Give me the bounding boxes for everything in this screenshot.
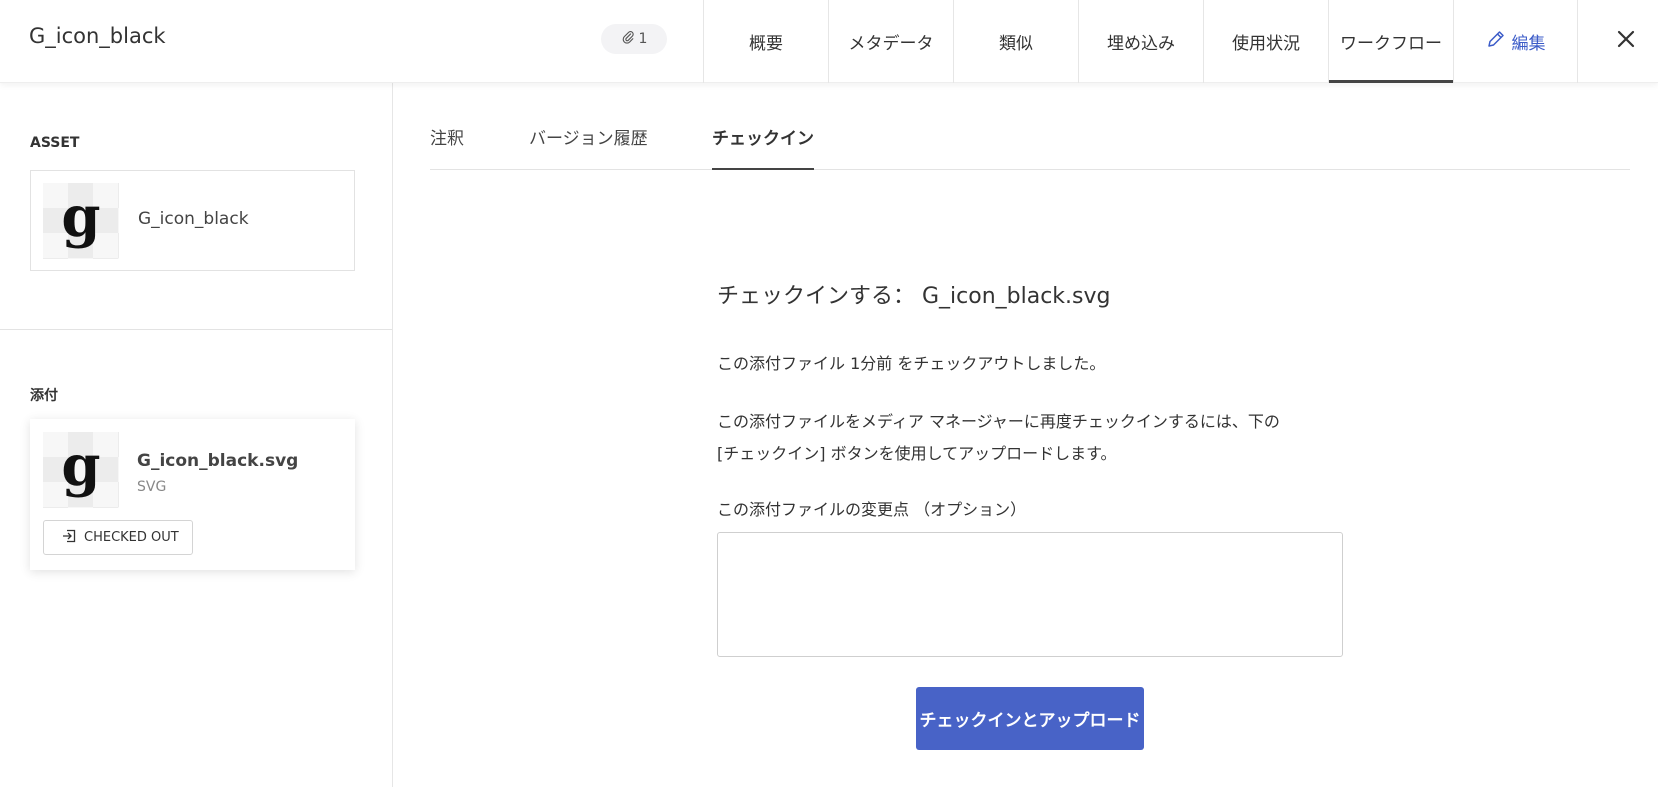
- changes-textarea[interactable]: [717, 532, 1343, 657]
- g-logo-icon: g: [61, 184, 101, 250]
- attachment-file-name: G_icon_black.svg: [137, 451, 299, 471]
- attachments-section-label: 添付: [30, 388, 58, 404]
- attachment-thumbnail: g: [43, 432, 119, 508]
- sidebar-divider: [0, 329, 392, 330]
- pencil-icon: [1486, 29, 1506, 54]
- close-button[interactable]: [1614, 26, 1638, 56]
- asset-thumbnail: g: [43, 183, 119, 259]
- tab-overview[interactable]: 概要: [703, 0, 828, 83]
- checked-out-label: CHECKED OUT: [84, 530, 179, 545]
- header-tabs: 概要 メタデータ 類似 埋め込み 使用状況 ワークフロー 編集: [703, 0, 1578, 83]
- subtab-checkin[interactable]: チェックイン: [712, 124, 814, 170]
- g-logo-icon: g: [61, 433, 101, 499]
- instruction-line-2: [チェックイン] ボタンを使用してアップロードします。: [717, 444, 1117, 463]
- page-title: G_icon_black: [29, 24, 166, 48]
- tab-metadata[interactable]: メタデータ: [828, 0, 953, 83]
- tab-embed[interactable]: 埋め込み: [1078, 0, 1203, 83]
- attachment-card[interactable]: g G_icon_black.svg SVG CHECKED OUT: [30, 419, 355, 570]
- sidebar: ASSET g G_icon_black 添付 g G_icon_black.s…: [0, 83, 393, 787]
- top-header: G_icon_black 1 概要 メタデータ 類似 埋め込み 使用状況 ワーク…: [0, 0, 1658, 83]
- paperclip-icon: [621, 30, 635, 48]
- attachment-count: 1: [638, 31, 648, 47]
- checked-out-button[interactable]: CHECKED OUT: [43, 520, 193, 555]
- checked-out-message: この添付ファイル 1分前 をチェックアウトしました。: [717, 354, 1106, 373]
- asset-card[interactable]: g G_icon_black: [30, 170, 355, 271]
- edit-label: 編集: [1511, 34, 1546, 54]
- attachment-file-type: SVG: [137, 479, 167, 495]
- attachment-count-badge[interactable]: 1: [601, 24, 667, 54]
- subtab-annotations[interactable]: 注釈: [430, 124, 464, 170]
- tab-similar[interactable]: 類似: [953, 0, 1078, 83]
- checkin-title: チェックインする： G_icon_black.svg: [717, 284, 1111, 309]
- instruction-line-1: この添付ファイルをメディア マネージャーに再度チェックインするには、下の: [717, 412, 1280, 431]
- workflow-subtabs: 注釈 バージョン履歴 チェックイン: [430, 118, 1630, 170]
- close-icon: [1617, 30, 1635, 52]
- asset-name: G_icon_black: [138, 209, 249, 229]
- edit-button[interactable]: 編集: [1453, 0, 1578, 83]
- checkout-icon: [62, 529, 76, 547]
- tab-usage[interactable]: 使用状況: [1203, 0, 1328, 83]
- checkin-upload-button[interactable]: チェックインとアップロード: [916, 687, 1144, 750]
- changes-label: この添付ファイルの変更点 （オプション）: [717, 500, 1027, 519]
- asset-section-label: ASSET: [30, 135, 80, 151]
- tab-workflow[interactable]: ワークフロー: [1328, 0, 1453, 83]
- subtab-version-history[interactable]: バージョン履歴: [529, 124, 648, 170]
